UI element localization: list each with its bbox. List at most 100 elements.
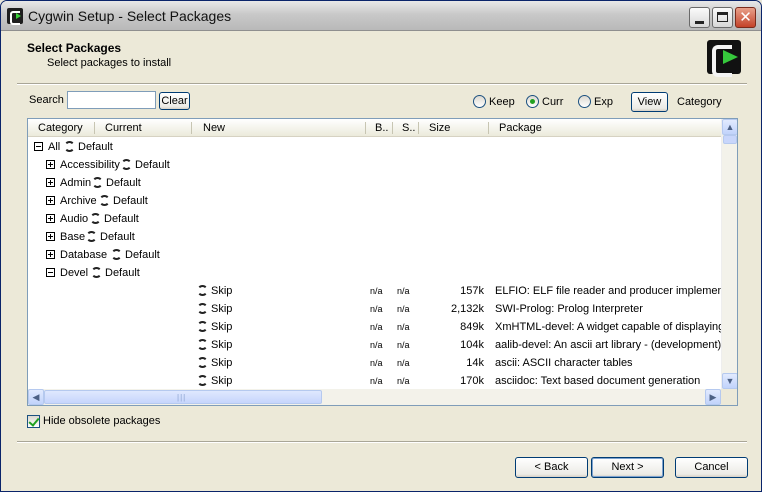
hide-obsolete-label[interactable]: Hide obsolete packages	[43, 415, 160, 427]
cycle-icon[interactable]	[111, 249, 122, 260]
category-name: Database	[60, 249, 108, 261]
package-src[interactable]: n/a	[397, 322, 410, 332]
cycle-icon[interactable]	[64, 141, 75, 152]
scroll-right-icon[interactable]: ▶	[705, 389, 721, 405]
cycle-icon[interactable]	[197, 303, 208, 314]
category-row-audio[interactable]: Audio Default	[28, 210, 721, 228]
package-size: 104k	[460, 339, 484, 351]
package-src[interactable]: n/a	[397, 304, 410, 314]
package-bin[interactable]: n/a	[370, 376, 383, 386]
vertical-scrollbar[interactable]: ▲ ▼	[721, 119, 737, 389]
vertical-scroll-thumb[interactable]	[723, 135, 737, 144]
column-divider	[488, 122, 489, 134]
minimize-icon	[695, 21, 704, 24]
package-row[interactable]: Skip n/a n/a 170k asciidoc: Text based d…	[28, 372, 721, 390]
package-new: Skip	[211, 339, 233, 351]
exp-radio[interactable]: Exp	[578, 95, 613, 108]
package-bin[interactable]: n/a	[370, 358, 383, 368]
minimize-button[interactable]	[689, 7, 710, 28]
column-header-category[interactable]: Category	[38, 122, 83, 134]
category-row-accessibility[interactable]: Accessibility Default	[28, 156, 721, 174]
package-name: ascii: ASCII character tables	[495, 357, 633, 369]
package-src[interactable]: n/a	[397, 286, 410, 296]
package-bin[interactable]: n/a	[370, 286, 383, 296]
package-bin[interactable]: n/a	[370, 322, 383, 332]
cycle-icon[interactable]	[86, 231, 97, 242]
next-button[interactable]: Next >	[591, 457, 664, 478]
column-header-new[interactable]: New	[203, 122, 225, 134]
column-header-size[interactable]: Size	[429, 122, 450, 134]
scroll-up-icon[interactable]: ▲	[722, 119, 737, 135]
scroll-left-icon[interactable]: ◀	[28, 389, 44, 405]
package-bin[interactable]: n/a	[370, 304, 383, 314]
package-src[interactable]: n/a	[397, 376, 410, 386]
package-name: SWI-Prolog: Prolog Interpreter	[495, 303, 643, 315]
scroll-down-icon[interactable]: ▼	[722, 373, 737, 389]
clear-button[interactable]: Clear	[159, 92, 190, 110]
scrollbar-corner	[721, 389, 737, 405]
category-action: Default	[104, 213, 139, 225]
package-name: asciidoc: Text based document generation	[495, 375, 701, 387]
cycle-icon[interactable]	[92, 177, 103, 188]
package-row[interactable]: Skip n/a n/a 2,132k SWI-Prolog: Prolog I…	[28, 300, 721, 318]
package-new: Skip	[211, 321, 233, 333]
title-bar[interactable]: Cygwin Setup - Select Packages ✕	[1, 1, 761, 31]
hide-obsolete-checkbox[interactable]	[27, 415, 40, 428]
cycle-icon[interactable]	[90, 213, 101, 224]
column-header-bin[interactable]: B..	[375, 122, 388, 134]
cycle-icon[interactable]	[91, 267, 102, 278]
cancel-button[interactable]: Cancel	[675, 457, 748, 478]
category-row-all[interactable]: All Default	[28, 138, 721, 156]
cycle-icon[interactable]	[197, 321, 208, 332]
cycle-icon[interactable]	[197, 285, 208, 296]
expand-icon[interactable]	[46, 178, 55, 187]
expand-icon[interactable]	[46, 160, 55, 169]
page-title: Select Packages	[27, 41, 122, 55]
cycle-icon[interactable]	[121, 159, 132, 170]
category-row-database[interactable]: Database Default	[28, 246, 721, 264]
column-header-current[interactable]: Current	[105, 122, 142, 134]
horizontal-scroll-thumb[interactable]	[44, 390, 322, 404]
package-row[interactable]: Skip n/a n/a 14k ascii: ASCII character …	[28, 354, 721, 372]
category-row-devel[interactable]: Devel Default	[28, 264, 721, 282]
package-size: 849k	[460, 321, 484, 333]
category-row-admin[interactable]: Admin Default	[28, 174, 721, 192]
expand-icon[interactable]	[46, 214, 55, 223]
cycle-icon[interactable]	[99, 195, 110, 206]
close-button[interactable]: ✕	[735, 7, 756, 28]
expand-icon[interactable]	[46, 196, 55, 205]
exp-radio-circle[interactable]	[578, 95, 591, 108]
expand-icon[interactable]	[46, 250, 55, 259]
package-row[interactable]: Skip n/a n/a 157k ELFIO: ELF file reader…	[28, 282, 721, 300]
column-divider	[392, 122, 393, 134]
back-button[interactable]: < Back	[515, 457, 588, 478]
category-action: Default	[135, 159, 170, 171]
search-input[interactable]	[67, 91, 156, 109]
collapse-icon[interactable]	[46, 268, 55, 277]
curr-radio-circle[interactable]	[526, 95, 539, 108]
column-header-src[interactable]: S..	[402, 122, 415, 134]
column-header-package[interactable]: Package	[499, 122, 542, 134]
cycle-icon[interactable]	[197, 375, 208, 386]
package-bin[interactable]: n/a	[370, 340, 383, 350]
package-src[interactable]: n/a	[397, 340, 410, 350]
column-divider	[94, 122, 95, 134]
package-row[interactable]: Skip n/a n/a 104k aalib-devel: An ascii …	[28, 336, 721, 354]
category-row-archive[interactable]: Archive Default	[28, 192, 721, 210]
category-action: Default	[78, 141, 113, 153]
maximize-button[interactable]	[712, 7, 733, 28]
category-name: All	[48, 141, 61, 153]
expand-icon[interactable]	[46, 232, 55, 241]
cycle-icon[interactable]	[197, 339, 208, 350]
cycle-icon[interactable]	[197, 357, 208, 368]
keep-radio[interactable]: Keep	[473, 95, 515, 108]
package-row[interactable]: Skip n/a n/a 849k XmHTML-devel: A widget…	[28, 318, 721, 336]
package-list[interactable]: Category Current New B.. S.. Size Packag…	[27, 118, 738, 406]
category-row-base[interactable]: Base Default	[28, 228, 721, 246]
view-button[interactable]: View	[631, 92, 668, 112]
keep-radio-circle[interactable]	[473, 95, 486, 108]
horizontal-scrollbar[interactable]: ◀ ▶	[28, 389, 721, 405]
curr-radio[interactable]: Curr	[526, 95, 563, 108]
package-src[interactable]: n/a	[397, 358, 410, 368]
collapse-icon[interactable]	[34, 142, 43, 151]
